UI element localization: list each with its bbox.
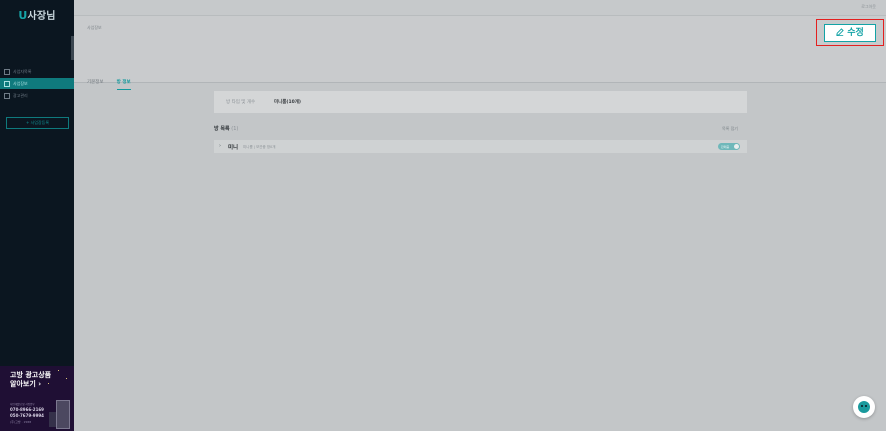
edit-button[interactable]: 수정 [824, 24, 876, 42]
building-illustration [49, 412, 56, 427]
room-list-title-text: 방 목록 [214, 126, 230, 132]
breadcrumb: 사업장보 [87, 25, 102, 30]
info-icon [4, 81, 10, 87]
logout-link[interactable]: 로그아웃 [861, 4, 876, 10]
eye-icon [865, 405, 867, 407]
sidebar-item-label: 사업자목록 [13, 69, 32, 74]
promo-company: (주)고방 · 1588 [10, 420, 32, 424]
room-type-summary: 방 타입 및 개수 미니룸(10개) [214, 91, 747, 113]
tab-basic-info[interactable]: 기본정보 [87, 79, 104, 89]
sidebar: U사장님 사업자목록 사업장보 광고관리 + 사업장등록 고방 광고상품 알아보… [0, 0, 74, 431]
edit-button-label: 수정 [847, 28, 864, 38]
room-name: 미니 [228, 145, 239, 151]
sidebar-item-list[interactable]: 사업자목록 [0, 66, 74, 77]
room-type-label: 방 타입 및 개수 [226, 100, 256, 105]
tab-bar: 기본정보 방 정보 [87, 68, 139, 90]
tab-room-info[interactable]: 방 정보 [116, 79, 131, 90]
promo-title: 고방 광고상품 알아보기 › [10, 371, 64, 389]
promo-subtitle: 사업개발팀 및 사업업무 [10, 403, 35, 406]
sidebar-item-label: 광고관리 [13, 93, 28, 98]
room-list-count: (1) [231, 126, 239, 132]
page-header: 사업장보 수정 기본정보 방 정보 [74, 16, 886, 90]
promo-title-line1: 고방 광고상품 [10, 371, 52, 379]
sidebar-item-ads[interactable]: 광고관리 [0, 90, 74, 101]
chevron-right-icon[interactable]: › [219, 143, 221, 149]
add-business-button[interactable]: + 사업장등록 [6, 117, 69, 129]
star-decoration [66, 378, 67, 379]
sidebar-item-label: 사업장보 [13, 81, 28, 86]
ad-icon [4, 93, 10, 99]
promo-phone-2: 050-7679-9994 [10, 413, 44, 418]
top-bar: 로그아웃 [74, 0, 886, 16]
app-logo[interactable]: U사장님 [0, 7, 74, 22]
promo-title-line2: 알아보기 › [10, 380, 42, 388]
logo-text: 사장님 [27, 11, 56, 22]
pencil-icon [836, 25, 844, 41]
promo-banner[interactable]: 고방 광고상품 알아보기 › 사업개발팀 및 사업업무 070-8966-216… [0, 366, 74, 431]
list-item[interactable]: › 미니 미니룸 | 보관중 방0개 판매중 [214, 140, 747, 153]
toggle-label: 판매중 [721, 144, 730, 149]
sidebar-item-info[interactable]: 사업장보 [0, 78, 74, 89]
chat-bot-icon [858, 401, 870, 413]
toggle-knob [734, 144, 739, 149]
chat-button[interactable] [853, 396, 875, 418]
room-meta: 미니룸 | 보관중 방0개 [243, 144, 276, 149]
sale-toggle[interactable]: 판매중 [718, 143, 740, 150]
collapse-list-button[interactable]: 목록 접기 [722, 126, 738, 132]
room-type-value: 미니룸(10개) [274, 100, 301, 105]
room-list-title: 방 목록 (1) [214, 125, 238, 132]
promo-phone-1: 070-8966-2169 [10, 407, 44, 412]
list-icon [4, 69, 10, 75]
building-illustration [56, 400, 70, 429]
sidebar-menu: 사업자목록 사업장보 광고관리 [0, 66, 74, 102]
eye-icon [861, 405, 863, 407]
